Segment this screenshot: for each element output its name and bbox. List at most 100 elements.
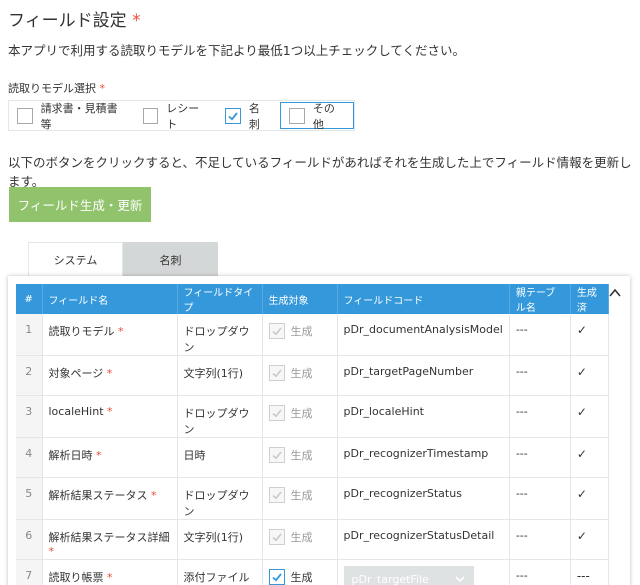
generate-description: 以下のボタンをクリックすると、不足しているフィールドがあればそれを生成した上でフ…: [8, 155, 632, 189]
generated-status: ✓: [570, 437, 609, 478]
parent-table: ---: [509, 477, 571, 520]
model-option-business-card[interactable]: 名刺: [217, 102, 278, 131]
tab-business-card[interactable]: 名刺: [123, 242, 218, 277]
model-option-receipt[interactable]: レシート: [135, 102, 218, 131]
generate-label: 生成: [290, 325, 313, 338]
row-number: 7: [16, 559, 43, 585]
check-icon: [271, 573, 282, 582]
generated-status: ✓: [570, 519, 609, 560]
field-type: 添付ファイル: [177, 559, 263, 585]
field-name: 解析日時: [48, 449, 93, 462]
row-number: 1: [16, 314, 43, 356]
field-code: pDr_targetPageNumber: [343, 365, 474, 378]
check-icon: [271, 327, 282, 336]
tab-system[interactable]: システム: [28, 242, 123, 277]
field-code-cell: pDr_targetPageNumber: [337, 355, 510, 396]
field-name: 解析結果ステータス: [48, 489, 148, 502]
row-number: 4: [16, 437, 43, 478]
generate-label: 生成: [290, 407, 313, 420]
required-mark: *: [48, 545, 55, 558]
required-mark: *: [132, 11, 141, 31]
field-code: pDr_localeHint: [343, 405, 425, 418]
checkbox-checked[interactable]: [225, 107, 241, 124]
field-code: pDr_recognizerStatusDetail: [343, 529, 495, 542]
field-code-cell: pDr_targetFile: [337, 559, 510, 585]
generate-checkbox: [268, 405, 285, 421]
table-row: 1 読取りモデル * ドロップダウン 生成 pDr_documentAnalysisMo…: [16, 314, 609, 356]
chevron-up-icon[interactable]: [608, 286, 622, 300]
parent-table: ---: [509, 395, 571, 438]
check-icon: [228, 111, 238, 121]
table-header-row: # フィールド名 フィールドタイプ 生成対象 フィールドコード 親テーブル名 生…: [16, 284, 609, 314]
field-name-cell: 解析結果ステータス *: [42, 477, 178, 520]
parent-table: ---: [509, 314, 571, 356]
generate-label: 生成: [290, 367, 313, 380]
model-select-label: 読取りモデル選択 *: [8, 82, 106, 95]
col-header-generate-target: 生成対象: [262, 284, 338, 314]
generate-fields-button[interactable]: フィールド生成・更新: [9, 187, 151, 222]
generate-label: 生成: [290, 571, 313, 584]
generate-checkbox[interactable]: [268, 569, 285, 585]
generate-target-cell: 生成: [262, 355, 338, 396]
generate-target-cell: 生成: [262, 559, 338, 585]
field-name-cell: 読取りモデル *: [42, 314, 178, 356]
generated-status: ---: [570, 559, 609, 585]
col-header-field-name: フィールド名: [42, 284, 178, 314]
row-number: 3: [16, 395, 43, 438]
check-icon: [271, 369, 282, 378]
field-type: 日時: [177, 437, 263, 478]
field-type: ドロップダウン: [177, 395, 263, 438]
field-code-cell: pDr_recognizerStatusDetail: [337, 519, 510, 560]
check-icon: [271, 533, 282, 542]
checkbox[interactable]: [142, 107, 159, 124]
field-name: localeHint: [48, 405, 104, 418]
field-name: 読取り帳票: [48, 571, 104, 584]
field-code-select[interactable]: pDr_targetFile: [343, 566, 474, 585]
generate-label: 生成: [290, 531, 313, 544]
required-mark: *: [151, 489, 157, 502]
generate-target-cell: 生成: [262, 437, 338, 478]
field-code: pDr_documentAnalysisModel: [343, 323, 503, 336]
table-row: 4 解析日時 * 日時 生成 pDr_recognizerTimestamp --- ✓: [16, 437, 609, 478]
generate-label: 生成: [290, 449, 313, 462]
field-code: pDr_recognizerStatus: [343, 487, 462, 500]
fields-table: # フィールド名 フィールドタイプ 生成対象 フィールドコード 親テーブル名 生…: [16, 284, 609, 585]
field-name-cell: 読取り帳票 *: [42, 559, 178, 585]
generated-status: ✓: [570, 395, 609, 438]
check-icon: [271, 409, 282, 418]
generate-label: 生成: [290, 489, 313, 502]
generate-checkbox: [268, 365, 285, 381]
table-row: 7 読取り帳票 * 添付ファイル 生成 pDr_targetFile --- ---: [16, 559, 609, 585]
generate-target-cell: 生成: [262, 477, 338, 520]
instruction-text: 本アプリで利用する読取りモデルを下記より最低1つ以上チェックしてください。: [8, 43, 465, 58]
checkbox[interactable]: [17, 107, 33, 124]
field-code-cell: pDr_recognizerStatus: [337, 477, 510, 520]
table-row: 5 解析結果ステータス * ドロップダウン 生成 pDr_recognizerStatu…: [16, 477, 609, 520]
field-type: ドロップダウン: [177, 314, 263, 356]
table-row: 2 対象ページ * 文字列(1行) 生成 pDr_targetPageNumber ---…: [16, 355, 609, 396]
field-name-cell: 対象ページ *: [42, 355, 178, 396]
field-code-cell: pDr_recognizerTimestamp: [337, 437, 510, 478]
required-mark: *: [99, 82, 106, 95]
field-type: ドロップダウン: [177, 477, 263, 520]
required-mark: *: [118, 325, 124, 338]
model-option-invoice[interactable]: 請求書・見積書等: [9, 102, 135, 131]
generated-status: ✓: [570, 355, 609, 396]
model-option-other[interactable]: その他: [280, 102, 355, 131]
required-mark: *: [107, 571, 113, 584]
col-header-field-type: フィールドタイプ: [177, 284, 263, 314]
generate-checkbox: [268, 447, 285, 463]
required-mark: *: [106, 367, 113, 380]
generate-target-cell: 生成: [262, 519, 338, 560]
col-header-parent-table: 親テーブル名: [509, 284, 571, 314]
row-number: 6: [16, 519, 43, 560]
generate-checkbox: [268, 487, 285, 503]
parent-table: ---: [509, 519, 571, 560]
field-code: pDr_recognizerTimestamp: [343, 447, 489, 460]
field-type: 文字列(1行): [177, 519, 263, 560]
checkbox[interactable]: [289, 107, 305, 124]
page-title: フィールド設定 *: [8, 11, 141, 31]
field-name-cell: localeHint *: [42, 395, 178, 438]
parent-table: ---: [509, 437, 571, 478]
col-header-generated: 生成済: [570, 284, 609, 314]
